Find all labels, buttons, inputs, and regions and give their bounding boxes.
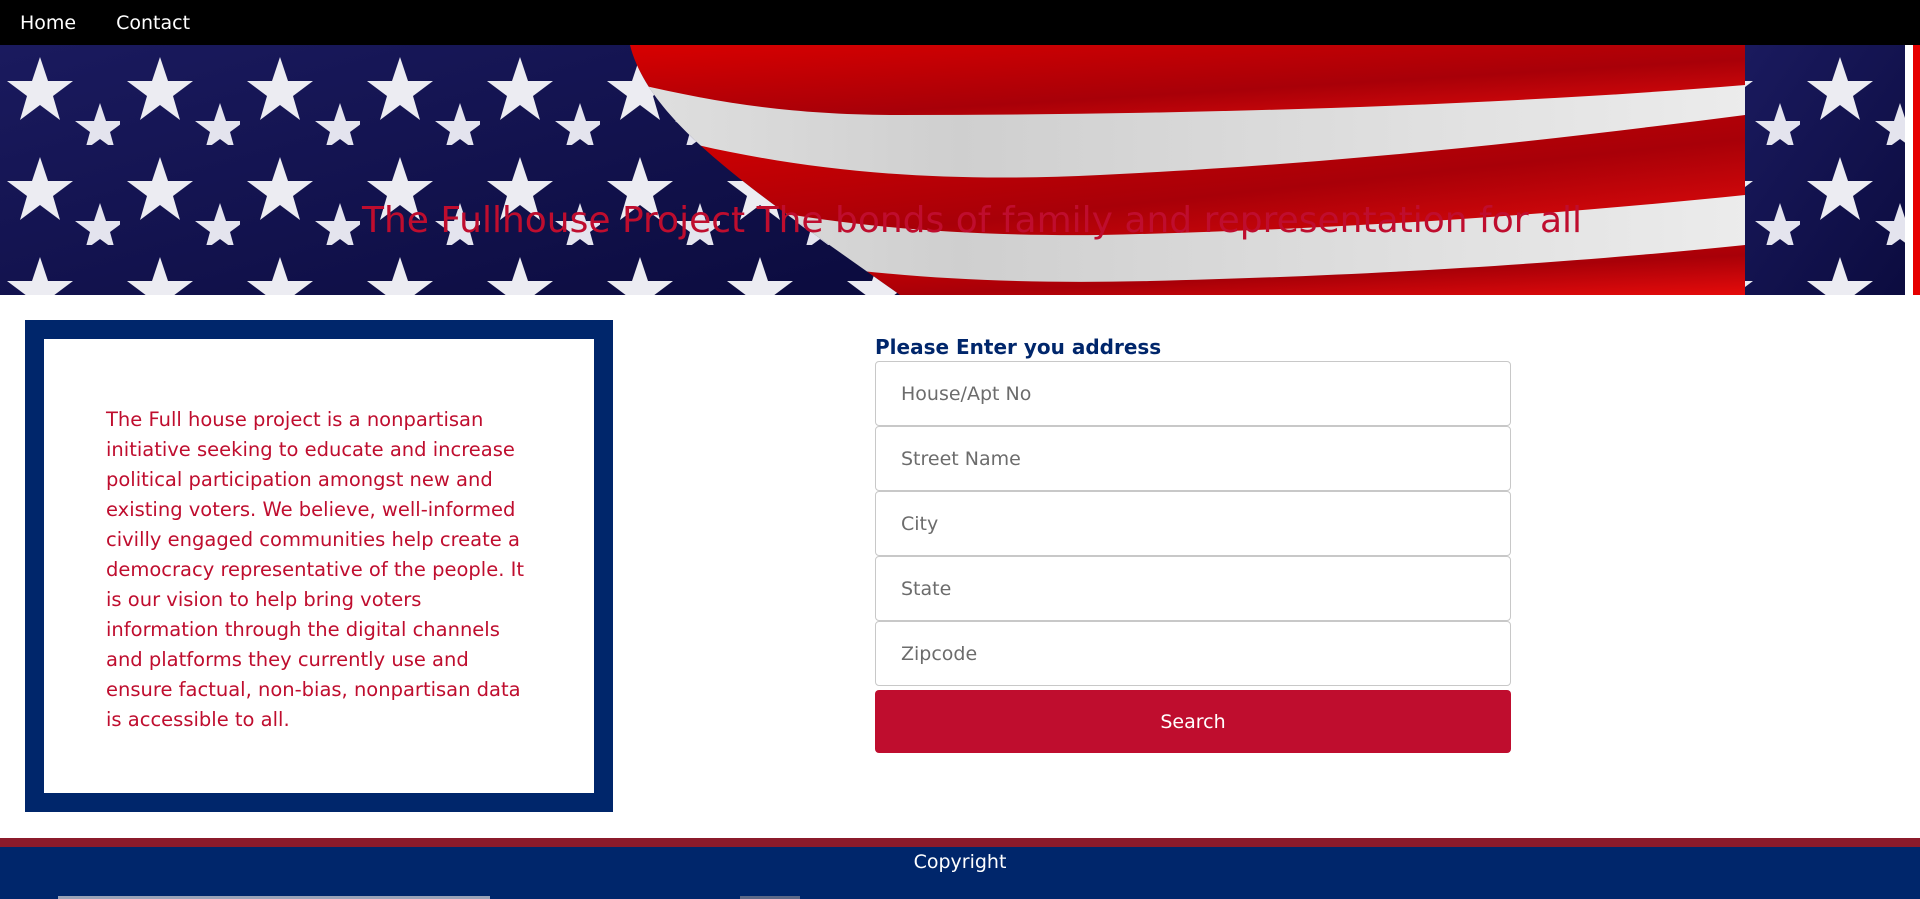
copyright-text: Copyright xyxy=(913,851,1007,873)
zipcode-input[interactable] xyxy=(875,621,1511,686)
nav-home-link[interactable]: Home xyxy=(20,12,76,34)
city-input[interactable] xyxy=(875,491,1511,556)
flag-banner-image xyxy=(0,45,1920,295)
house-apt-input[interactable] xyxy=(875,361,1511,426)
address-form-label: Please Enter you address xyxy=(875,335,1162,359)
footer-stripe xyxy=(0,838,1920,847)
about-card: The Full house project is a nonpartisan … xyxy=(25,320,613,812)
top-nav: Home Contact xyxy=(0,0,1920,45)
search-button[interactable]: Search xyxy=(875,690,1511,753)
about-card-inner: The Full house project is a nonpartisan … xyxy=(44,339,594,793)
footer: Copyright xyxy=(0,847,1920,899)
street-name-input[interactable] xyxy=(875,426,1511,491)
hero-banner: The Fullhouse Project The bonds of famil… xyxy=(0,45,1920,295)
state-input[interactable] xyxy=(875,556,1511,621)
about-text: The Full house project is a nonpartisan … xyxy=(106,408,524,731)
address-form: Please Enter you address Search xyxy=(875,333,1511,753)
nav-contact-link[interactable]: Contact xyxy=(116,12,190,34)
hero-title: The Fullhouse Project The bonds of famil… xyxy=(362,200,1583,241)
